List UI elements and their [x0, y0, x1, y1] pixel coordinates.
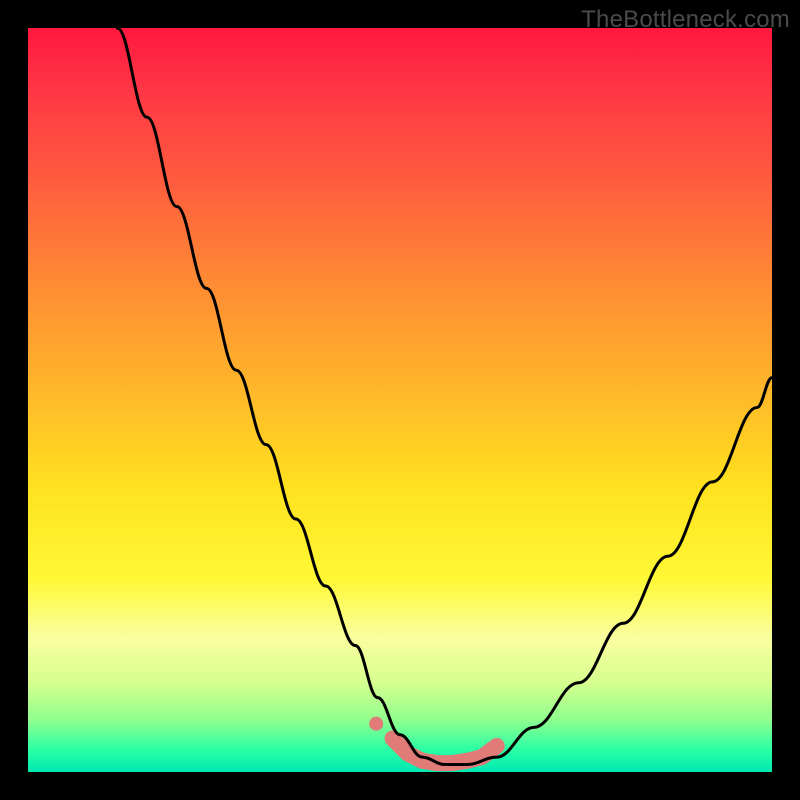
optimal-band-start-dot [369, 717, 383, 731]
chart-frame: TheBottleneck.com [0, 0, 800, 800]
bottleneck-curve [117, 28, 772, 765]
optimal-band-layer [369, 717, 497, 763]
curve-layer [117, 28, 772, 765]
plot-area [28, 28, 772, 772]
chart-svg [28, 28, 772, 772]
